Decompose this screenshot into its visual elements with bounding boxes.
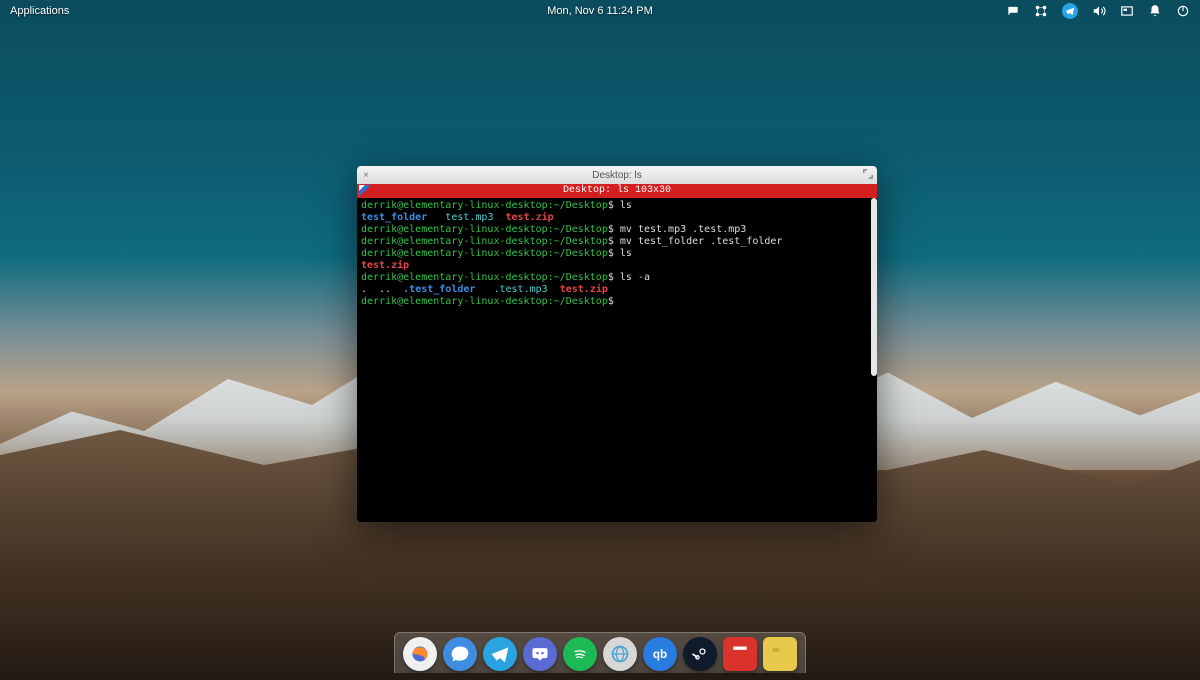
- system-tray: [1006, 3, 1190, 19]
- dock-steam[interactable]: [683, 637, 717, 671]
- dock-mail[interactable]: [443, 637, 477, 671]
- maximize-icon[interactable]: [863, 169, 873, 182]
- dock-discord[interactable]: [523, 637, 557, 671]
- terminal-scrollbar[interactable]: [871, 198, 877, 376]
- svg-text:qb: qb: [653, 648, 667, 661]
- dock: qb: [394, 632, 806, 673]
- power-icon[interactable]: [1176, 4, 1190, 18]
- dock-firefox[interactable]: [403, 637, 437, 671]
- applications-menu[interactable]: Applications: [10, 5, 69, 17]
- dock-qbittorrent[interactable]: qb: [643, 637, 677, 671]
- telegram-icon[interactable]: [1062, 3, 1078, 19]
- terminal-window: × Desktop: ls Desktop: ls 103x30 derrik@…: [357, 166, 877, 522]
- network-icon[interactable]: [1034, 4, 1048, 18]
- terminal-status-text: Desktop: ls 103x30: [563, 185, 671, 196]
- volume-icon[interactable]: [1092, 4, 1106, 18]
- dock-books[interactable]: [723, 637, 757, 671]
- terminal-output: derrik@elementary-linux-desktop:~/Deskto…: [361, 200, 873, 308]
- window-title: Desktop: ls: [592, 170, 641, 181]
- panel-clock[interactable]: Mon, Nov 6 11:24 PM: [547, 5, 653, 17]
- notification-icon[interactable]: [1148, 4, 1162, 18]
- dock-files[interactable]: [763, 637, 797, 671]
- window-titlebar[interactable]: × Desktop: ls: [357, 166, 877, 184]
- terminal-status-icon: [359, 185, 371, 197]
- terminal-body[interactable]: derrik@elementary-linux-desktop:~/Deskto…: [357, 198, 877, 522]
- terminal-status-bar: Desktop: ls 103x30: [357, 184, 877, 198]
- top-panel: Applications Mon, Nov 6 11:24 PM: [0, 0, 1200, 22]
- workspace-icon[interactable]: [1120, 4, 1134, 18]
- dock-browser[interactable]: [603, 637, 637, 671]
- dock-telegram[interactable]: [483, 637, 517, 671]
- dock-spotify[interactable]: [563, 637, 597, 671]
- close-icon[interactable]: ×: [357, 170, 375, 181]
- discord-icon[interactable]: [1006, 4, 1020, 18]
